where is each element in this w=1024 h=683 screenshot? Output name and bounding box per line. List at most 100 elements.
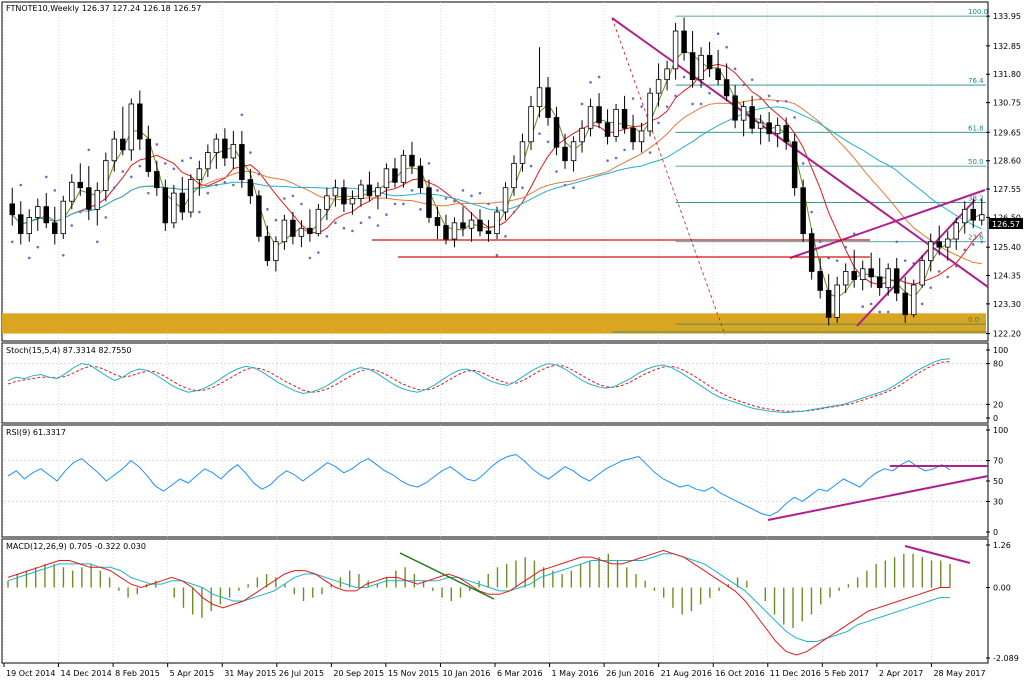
candle-body — [842, 271, 849, 286]
psar-dot — [436, 189, 439, 192]
ind-tick-label: 0 — [993, 414, 998, 423]
psar-dot — [784, 99, 788, 103]
price-tick-label: 130.75 — [993, 99, 1021, 108]
psar-dot — [767, 94, 771, 98]
psar-dot — [410, 189, 414, 192]
candle-body — [528, 106, 534, 143]
candle-body — [902, 292, 908, 316]
psar-dot — [946, 275, 950, 279]
candle-body — [120, 138, 126, 151]
psar-dot — [300, 202, 303, 206]
time-tick-label: 11 Dec 2016 — [770, 669, 821, 678]
price-axis: 133.95 132.85 131.80 130.75 129.65 128.60 127.… — [986, 12, 1021, 339]
candle-body — [655, 79, 662, 94]
price-tick-label: 123.30 — [993, 300, 1021, 309]
psar-dot — [164, 162, 167, 165]
time-tick-label: 26 Jul 2015 — [279, 669, 324, 678]
candle-body — [77, 181, 84, 189]
psar-dot — [368, 216, 371, 219]
psar-dot — [606, 159, 609, 162]
psar-dot — [878, 310, 881, 314]
time-tick-label: 16 Oct 2016 — [715, 669, 764, 678]
psar-dot — [971, 243, 975, 246]
chart-canvas: 100.076.461.850.038.223.60.0 133.95132.8… — [1, 1, 1023, 678]
psar-dot — [78, 210, 82, 214]
candle-body — [732, 95, 738, 121]
candle-body — [307, 227, 313, 235]
psar-dot — [95, 240, 99, 244]
macd-header: MACD(12,26,9) 0.705 -0.322 0.030 — [6, 542, 146, 551]
psar-dot — [920, 302, 924, 306]
time-tick-label: 20 Sep 2015 — [333, 669, 384, 678]
candle-body — [570, 141, 577, 162]
psar-dot — [334, 221, 337, 225]
stoch-header: Stoch(15,5,4) 87.3314 82.7550 — [6, 346, 132, 355]
psar-dot — [869, 302, 873, 306]
time-tick-label: 8 Feb 2015 — [115, 669, 160, 678]
candle-body — [315, 208, 322, 235]
ind-tick-label: -2.089 — [993, 654, 1019, 663]
ind-tick-label: 30 — [993, 497, 1003, 506]
candle-body — [222, 138, 228, 159]
psar-dot — [903, 259, 907, 262]
candle-body — [919, 260, 925, 286]
psar-dot — [716, 32, 720, 36]
candle-body — [774, 125, 781, 135]
candle-body — [281, 219, 288, 243]
psar-dot — [317, 251, 320, 254]
psar-dot — [427, 162, 431, 165]
psar-dot — [470, 194, 473, 198]
candle-body — [60, 200, 67, 235]
candle-body — [893, 268, 900, 294]
psar-dot — [895, 240, 899, 244]
candle-body — [35, 206, 41, 218]
candle-body — [298, 227, 305, 237]
candle-body — [324, 195, 330, 210]
time-tick-label: 28 May 2017 — [933, 669, 985, 678]
psar-dot — [359, 221, 363, 225]
psar-dot — [980, 240, 984, 244]
psar-dot — [835, 259, 839, 262]
candle-body — [587, 106, 594, 129]
psar-dot — [512, 210, 516, 214]
psar-dot — [104, 216, 108, 219]
candle-body — [332, 187, 339, 197]
candle-body — [111, 138, 118, 162]
candle-body — [409, 154, 415, 167]
ind-tick-label: 0 — [993, 528, 998, 537]
candle-body — [511, 162, 517, 189]
candle-body — [171, 192, 177, 224]
psar-dot — [648, 151, 652, 154]
psar-dot — [674, 94, 677, 98]
candle-body — [154, 171, 160, 189]
candle-body — [26, 217, 32, 235]
psar-dot — [444, 197, 448, 200]
psar-dot — [682, 75, 686, 79]
psar-dot — [929, 286, 933, 289]
psar-dot — [810, 210, 813, 214]
candle-body — [519, 141, 526, 164]
candle-body — [808, 233, 815, 272]
candle-body — [851, 271, 857, 280]
candle-body — [757, 122, 764, 129]
psar-dot — [283, 197, 286, 200]
psar-dot — [546, 140, 550, 144]
psar-dot — [640, 105, 643, 108]
candle-body — [477, 219, 483, 232]
psar-dot — [504, 235, 507, 238]
candle-body — [43, 206, 50, 224]
candle-body — [426, 187, 432, 218]
psar-dot — [555, 170, 558, 173]
time-tick-label: 2 Apr 2017 — [879, 669, 923, 678]
candle-body — [885, 268, 891, 289]
candle-body — [9, 203, 15, 216]
candle-body — [392, 168, 398, 183]
candle-body — [349, 198, 356, 205]
psar-dot — [147, 191, 150, 195]
price-tick-label: 131.80 — [993, 70, 1021, 79]
psar-dot — [172, 167, 176, 171]
candle-body — [264, 235, 271, 262]
candle-body — [128, 103, 135, 151]
rsi-header: RSI(9) 61.3317 — [6, 428, 66, 437]
psar-dot — [614, 156, 618, 160]
